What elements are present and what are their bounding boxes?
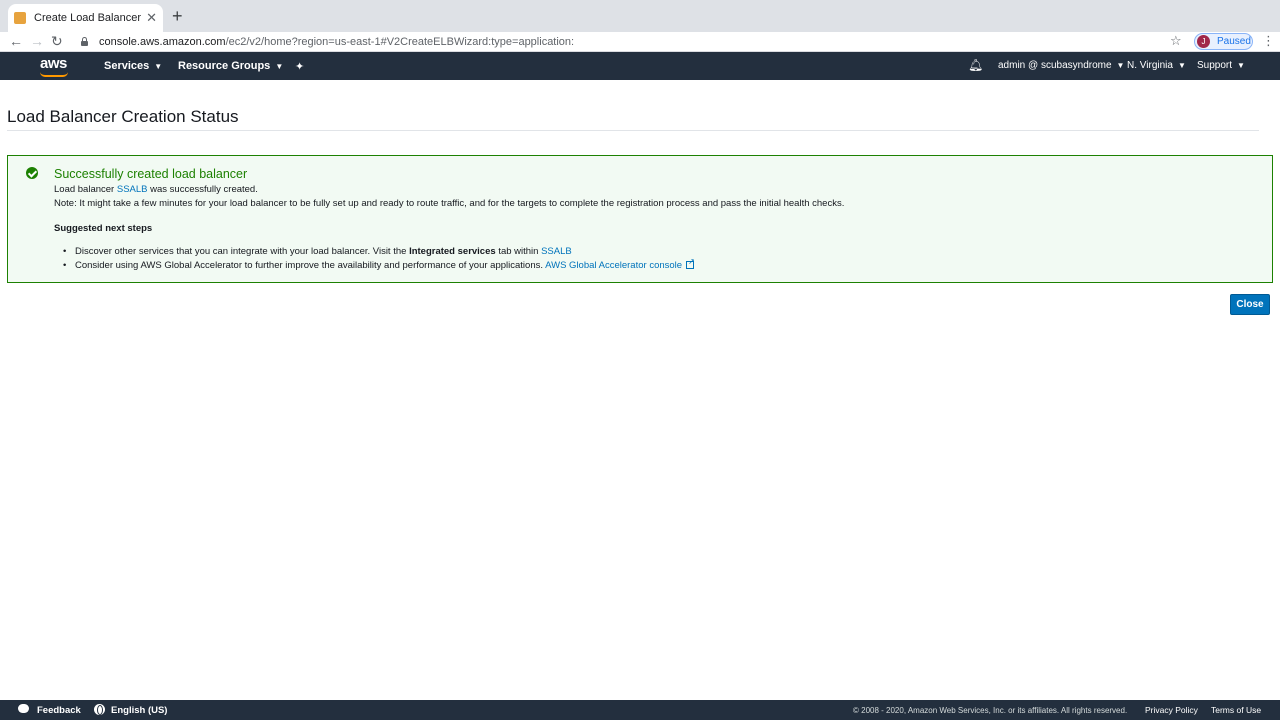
terms-of-use-link[interactable]: Terms of Use	[1211, 705, 1261, 715]
support-menu[interactable]: Support ▼	[1197, 60, 1245, 71]
browser-tab[interactable]: Create Load Balancer | EC2 Ma ✕	[8, 4, 163, 32]
copyright-text: © 2008 - 2020, Amazon Web Services, Inc.…	[853, 706, 1128, 715]
back-icon[interactable]: ←	[9, 33, 23, 49]
avatar: J	[1197, 35, 1210, 48]
feedback-icon	[18, 704, 29, 713]
aws-favicon-icon	[14, 12, 26, 24]
lock-icon	[80, 37, 89, 46]
language-selector[interactable]: English (US)	[111, 705, 167, 716]
new-tab-button[interactable]: +	[172, 7, 183, 25]
alert-message-prefix: Load balancer	[54, 184, 115, 195]
alert-message: Load balancer SSALB was successfully cre…	[54, 184, 258, 195]
privacy-policy-link[interactable]: Privacy Policy	[1145, 705, 1198, 715]
title-divider	[7, 130, 1259, 131]
success-alert: Successfully created load balancer Load …	[7, 155, 1273, 283]
step1-text: Discover other services that you can int…	[74, 246, 407, 257]
external-link-icon	[686, 257, 695, 269]
next-step-item: Consider using AWS Global Accelerator to…	[63, 257, 695, 271]
aws-logo[interactable]: aws	[40, 55, 67, 72]
step1-bold: Integrated services	[409, 246, 496, 257]
next-steps-heading: Suggested next steps	[54, 223, 153, 234]
account-label: admin @ scubasyndrome	[998, 60, 1112, 71]
resource-groups-menu[interactable]: Resource Groups ▼	[178, 60, 283, 72]
services-label: Services	[104, 60, 150, 72]
region-label: N. Virginia	[1127, 60, 1173, 71]
bell-icon[interactable]: 🔔︎	[968, 58, 983, 72]
pin-icon[interactable]: ✦	[295, 60, 304, 73]
profile-status: Paused	[1217, 36, 1251, 47]
chevron-down-icon: ▼	[1237, 61, 1245, 70]
check-circle-icon	[26, 167, 38, 179]
support-label: Support	[1197, 60, 1233, 71]
alert-title: Successfully created load balancer	[54, 167, 248, 181]
reload-icon[interactable]: ↻	[51, 33, 63, 49]
region-menu[interactable]: N. Virginia ▼	[1127, 60, 1186, 71]
integrated-services-link[interactable]: SSALB	[541, 246, 572, 257]
url-path: /ec2/v2/home?region=us-east-1#V2CreateEL…	[225, 35, 575, 48]
tab-title: Create Load Balancer | EC2 Ma	[34, 12, 142, 24]
close-button[interactable]: Close	[1230, 294, 1270, 315]
chevron-down-icon: ▼	[1177, 61, 1186, 70]
browser-tabstrip: Create Load Balancer | EC2 Ma ✕ +	[0, 0, 1280, 32]
chevron-down-icon: ▼	[275, 62, 284, 71]
chevron-down-icon: ▼	[154, 62, 163, 71]
global-accelerator-label: AWS Global Accelerator console	[545, 260, 683, 271]
profile-button[interactable]: J Paused	[1194, 33, 1253, 50]
account-menu[interactable]: admin @ scubasyndrome ▼	[998, 60, 1124, 71]
url-host: console.aws.amazon.com	[99, 35, 226, 48]
bookmark-star-icon[interactable]: ☆	[1170, 33, 1182, 49]
next-step-item: Discover other services that you can int…	[63, 246, 572, 257]
browser-menu-icon[interactable]: ⋮	[1262, 33, 1275, 49]
load-balancer-link[interactable]: SSALB	[117, 184, 148, 195]
address-bar[interactable]: console.aws.amazon.com/ec2/v2/home?regio…	[74, 32, 1190, 51]
forward-icon[interactable]: →	[30, 33, 44, 49]
step2-text: Consider using AWS Global Accelerator to…	[74, 260, 543, 271]
browser-toolbar: ← → ↻ console.aws.amazon.com/ec2/v2/home…	[0, 32, 1280, 52]
globe-icon	[94, 704, 105, 715]
aws-top-nav: aws Services ▼ Resource Groups ▼ ✦ 🔔︎ admi…	[0, 52, 1280, 80]
page-title: Load Balancer Creation Status	[7, 107, 239, 126]
tab-close-icon[interactable]: ✕	[146, 10, 157, 26]
console-footer: Feedback English (US) © 2008 - 2020, Ama…	[0, 700, 1280, 720]
alert-message-suffix: was successfully created.	[150, 184, 258, 195]
alert-note: Note: It might take a few minutes for yo…	[54, 198, 845, 209]
resource-groups-label: Resource Groups	[178, 60, 271, 72]
services-menu[interactable]: Services ▼	[104, 60, 162, 72]
feedback-link[interactable]: Feedback	[37, 705, 81, 716]
global-accelerator-link[interactable]: AWS Global Accelerator console	[545, 257, 695, 271]
step1-mid: tab within	[498, 246, 539, 257]
chevron-down-icon: ▼	[1116, 61, 1125, 70]
aws-smile-icon	[40, 72, 68, 77]
